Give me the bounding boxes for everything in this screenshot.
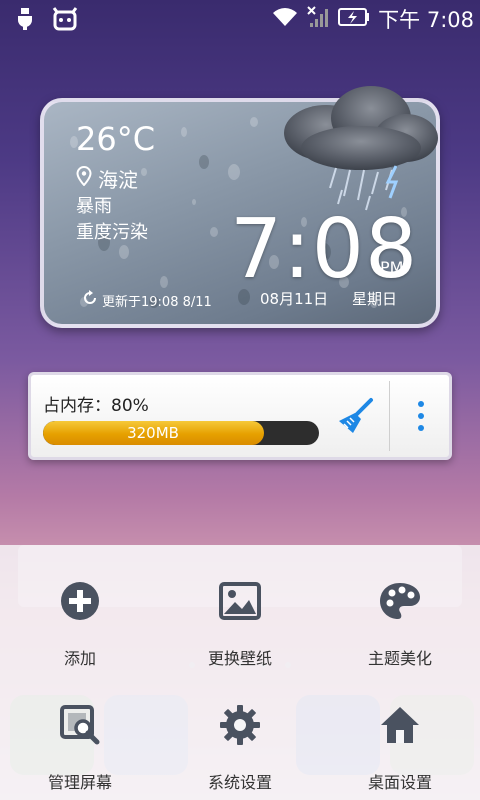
menu-item-system-settings-label: 系统设置: [207, 773, 272, 792]
menu-item-system-settings[interactable]: 系统设置: [160, 701, 320, 793]
no-signal-icon: [306, 5, 330, 33]
menu-item-theme-label: 主题美化: [367, 649, 432, 668]
storm-cloud-icon: [266, 78, 446, 218]
menu-item-manage-screen-label: 管理屏幕: [47, 773, 112, 792]
weather-air-quality: 重度污染: [76, 222, 148, 243]
weather-weekday: 星期日: [352, 290, 398, 308]
weather-location: 海淀: [76, 164, 138, 193]
weather-condition: 暴雨: [76, 196, 112, 217]
weather-update-button[interactable]: 更新于19:08 8/11: [82, 290, 212, 310]
add-icon: [56, 577, 104, 625]
weather-update-time: 更新于19:08 8/11: [102, 294, 212, 310]
weather-temperature: 26°C: [76, 120, 156, 158]
wallpaper-icon: [216, 577, 264, 625]
more-vertical-icon: [411, 401, 431, 437]
menu-item-desktop-settings[interactable]: 桌面设置: [320, 701, 480, 793]
battery-charging-icon: [338, 7, 370, 31]
memory-divider: [389, 381, 390, 451]
memory-widget: 占内存：80% 320MB: [28, 372, 452, 460]
memory-usage-label: 占内存：80%: [43, 396, 149, 416]
status-time: 下午 7:08: [378, 8, 474, 32]
menu-item-add-label: 添加: [63, 649, 96, 668]
clock-ampm: PM: [380, 258, 404, 277]
menu-item-desktop-settings-label: 桌面设置: [367, 773, 432, 792]
location-pin-icon: [76, 165, 92, 191]
notification-bot-icon: [52, 6, 78, 36]
weather-widget[interactable]: 26°C 海淀 暴雨 重度污染 7:08 PM 更新于19:08 8/11 08…: [40, 86, 440, 328]
gear-icon: [216, 701, 264, 749]
memory-progress-bar: 320MB: [43, 421, 319, 445]
weather-date: 08月11日: [260, 290, 329, 308]
palette-icon: [376, 577, 424, 625]
wifi-icon: [272, 6, 298, 32]
options-menu: 添加 更换壁纸 主题美化 管理屏幕 系统设置 桌面设置: [0, 545, 480, 800]
menu-item-wallpaper-label: 更换壁纸: [207, 649, 272, 668]
status-bar: 下午 7:08: [0, 0, 480, 38]
memory-used-amount: 320MB: [127, 424, 179, 442]
home-icon: [376, 701, 424, 749]
usb-icon: [14, 6, 36, 36]
menu-item-manage-screen[interactable]: 管理屏幕: [0, 701, 160, 793]
refresh-icon: [82, 290, 98, 310]
broom-icon: [335, 398, 375, 441]
memory-more-button[interactable]: [411, 399, 431, 437]
menu-item-theme[interactable]: 主题美化: [320, 577, 480, 669]
clean-memory-button[interactable]: [335, 397, 375, 441]
manage-screen-icon: [56, 701, 104, 749]
menu-item-wallpaper[interactable]: 更换壁纸: [160, 577, 320, 669]
weather-location-label: 海淀: [98, 168, 138, 192]
menu-item-add[interactable]: 添加: [0, 577, 160, 669]
